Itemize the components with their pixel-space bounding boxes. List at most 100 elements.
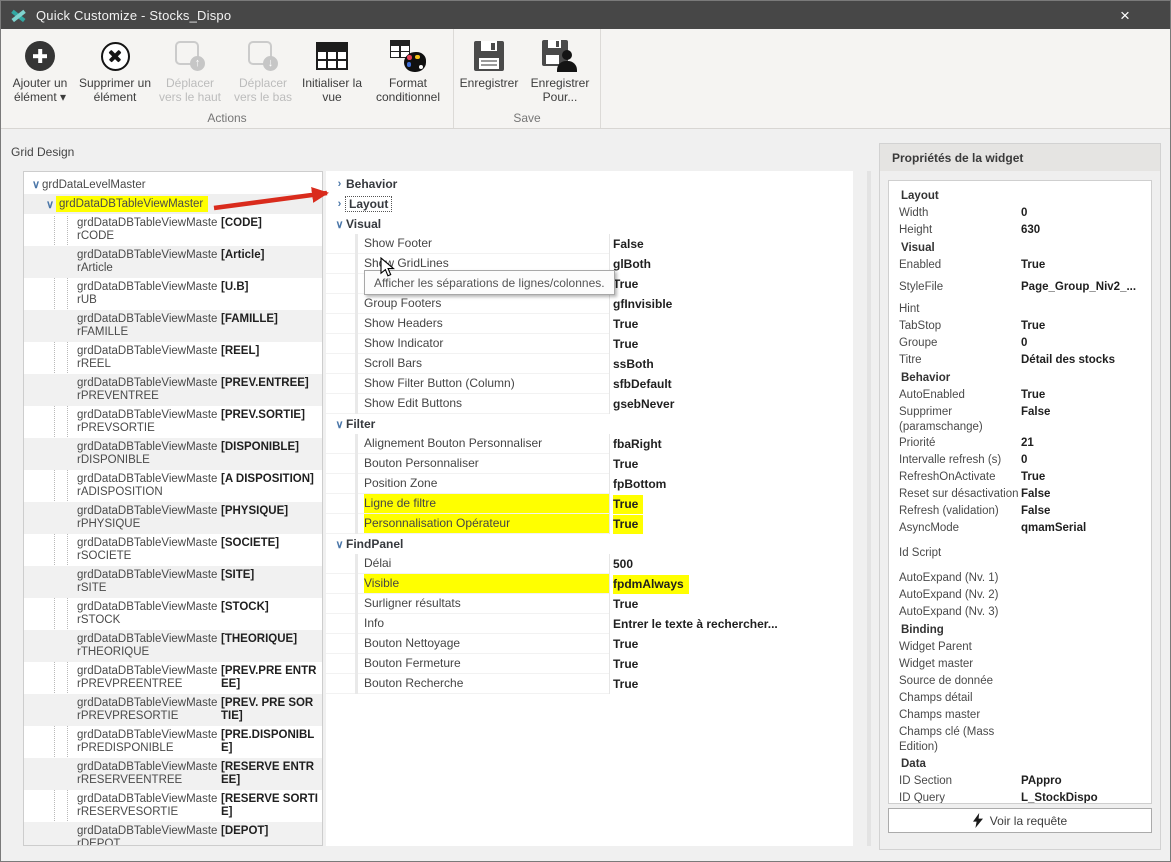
property-value[interactable]: fpdmAlways — [609, 574, 853, 594]
tree-column-item[interactable]: grdDataDBTableViewMasterPREVENTREE[PREV.… — [24, 374, 322, 406]
chevron-down-icon[interactable]: ∨ — [333, 418, 346, 431]
property-row[interactable]: Position ZonefpBottom — [326, 474, 853, 494]
initialiser-la-vue-button[interactable]: Initialiser la vue — [299, 34, 365, 111]
widget-property-row[interactable]: EnabledTrue — [889, 257, 1151, 274]
chevron-right-icon[interactable]: › — [333, 178, 346, 190]
enregistrer-button[interactable]: Enregistrer — [456, 34, 522, 111]
property-value[interactable]: True — [609, 514, 853, 534]
tree-column-item[interactable]: grdDataDBTableViewMasterTHEORIQUE[THEORI… — [24, 630, 322, 662]
tree-column-item[interactable]: grdDataDBTableViewMasterRESERVEENTREE[RE… — [24, 758, 322, 790]
property-value[interactable]: gfInvisible — [609, 294, 853, 314]
widget-property-row[interactable]: Intervalle refresh (s)0 — [889, 452, 1151, 469]
property-value[interactable]: True — [609, 314, 853, 334]
tree-column-item[interactable]: grdDataDBTableViewMasterPREDISPONIBLE[PR… — [24, 726, 322, 758]
format-conditionnel-button[interactable]: Format conditionnel — [365, 34, 451, 111]
chevron-down-icon[interactable]: ∨ — [333, 538, 346, 551]
property-value[interactable]: True — [609, 654, 853, 674]
widget-property-row[interactable]: Widget master — [889, 656, 1151, 673]
property-row[interactable]: Show Filter Button (Column)sfbDefault — [326, 374, 853, 394]
property-value[interactable]: gsebNever — [609, 394, 853, 414]
tree-column-item[interactable]: grdDataDBTableViewMasterSTOCK[STOCK] — [24, 598, 322, 630]
widget-property-row[interactable]: Widget Parent — [889, 639, 1151, 656]
property-row[interactable]: Show HeadersTrue — [326, 314, 853, 334]
widget-property-row[interactable]: Supprimer (paramschange)False — [889, 404, 1151, 435]
property-row[interactable]: Group FootersgfInvisible — [326, 294, 853, 314]
tree-column-item[interactable]: grdDataDBTableViewMasterPHYSIQUE[PHYSIQU… — [24, 502, 322, 534]
widget-property-row[interactable]: ID QueryL_StockDispo — [889, 790, 1151, 804]
property-value[interactable]: True — [609, 454, 853, 474]
widget-property-row[interactable]: Groupe0 — [889, 335, 1151, 352]
property-value[interactable]: True — [609, 594, 853, 614]
property-row[interactable]: Personnalisation OpérateurTrue — [326, 514, 853, 534]
property-row[interactable]: VisiblefpdmAlways — [326, 574, 853, 594]
tree-column-item[interactable]: grdDataDBTableViewMasterFAMILLE[FAMILLE] — [24, 310, 322, 342]
property-value[interactable]: True — [609, 674, 853, 694]
property-row[interactable]: Surligner résultatsTrue — [326, 594, 853, 614]
tree-column-item[interactable]: grdDataDBTableViewMasterRESERVESORTIE[RE… — [24, 790, 322, 822]
tree-column-item[interactable]: grdDataDBTableViewMasterADISPOSITION[A D… — [24, 470, 322, 502]
property-value[interactable]: 500 — [609, 554, 853, 574]
tree-column-item[interactable]: grdDataDBTableViewMasterCODE[CODE] — [24, 214, 322, 246]
property-row[interactable]: InfoEntrer le texte à rechercher... — [326, 614, 853, 634]
widget-property-row[interactable]: Refresh (validation)False — [889, 503, 1151, 520]
tree-column-item[interactable]: grdDataDBTableViewMasterDEPOT[DEPOT] — [24, 822, 322, 846]
widget-property-row[interactable]: RefreshOnActivateTrue — [889, 469, 1151, 486]
property-row[interactable]: Show FooterFalse — [326, 234, 853, 254]
category-filter[interactable]: ∨Filter — [326, 414, 853, 434]
widget-property-row[interactable]: Champs master — [889, 707, 1151, 724]
widget-property-row[interactable]: AutoExpand (Nv. 3) — [889, 604, 1151, 621]
category-behavior[interactable]: ›Behavior — [326, 174, 853, 194]
close-icon[interactable]: × — [1108, 1, 1142, 29]
widget-property-row[interactable]: Champs clé (Mass Edition) — [889, 724, 1151, 755]
property-value[interactable]: fbaRight — [609, 434, 853, 454]
property-value[interactable]: False — [609, 234, 853, 254]
property-value[interactable]: sfbDefault — [609, 374, 853, 394]
category-visual[interactable]: ∨Visual — [326, 214, 853, 234]
tree-column-item[interactable]: grdDataDBTableViewMasterPREVPREENTREE[PR… — [24, 662, 322, 694]
property-value[interactable]: True — [609, 274, 853, 294]
property-row[interactable]: Bouton PersonnaliserTrue — [326, 454, 853, 474]
tree-node-selected[interactable]: ∨grdDataDBTableViewMaster — [24, 194, 322, 214]
property-row[interactable]: Bouton FermetureTrue — [326, 654, 853, 674]
widget-property-row[interactable]: Source de donnée — [889, 673, 1151, 690]
property-row[interactable]: Scroll BarsssBoth — [326, 354, 853, 374]
property-row[interactable]: Bouton NettoyageTrue — [326, 634, 853, 654]
widget-property-row[interactable]: AsyncModeqmamSerial — [889, 520, 1151, 537]
chevron-right-icon[interactable]: › — [333, 198, 346, 210]
widget-property-row[interactable]: Width0 — [889, 205, 1151, 222]
widget-property-row[interactable]: Priorité21 — [889, 435, 1151, 452]
view-query-button[interactable]: Voir la requête — [888, 808, 1152, 833]
property-row[interactable]: Délai500 — [326, 554, 853, 574]
widget-property-row[interactable]: Height630 — [889, 222, 1151, 239]
widget-property-row[interactable]: AutoExpand (Nv. 2) — [889, 587, 1151, 604]
property-row[interactable]: Show Edit ButtonsgsebNever — [326, 394, 853, 414]
chevron-down-icon[interactable]: ∨ — [333, 218, 346, 231]
property-value[interactable]: fpBottom — [609, 474, 853, 494]
property-value[interactable]: Entrer le texte à rechercher... — [609, 614, 853, 634]
category-layout[interactable]: ›Layout — [326, 194, 853, 214]
tree-column-item[interactable]: grdDataDBTableViewMasterPREVSORTIE[PREV.… — [24, 406, 322, 438]
ajouter-un-l-ment-button[interactable]: Ajouter un élément ▾ — [3, 34, 77, 111]
widget-property-row[interactable]: StyleFilePage_Group_Niv2_... — [889, 279, 1151, 296]
property-value[interactable]: True — [609, 334, 853, 354]
property-value[interactable]: ssBoth — [609, 354, 853, 374]
tree-node-root[interactable]: ∨grdDataLevelMaster — [24, 175, 322, 194]
widget-property-row[interactable]: TitreDétail des stocks — [889, 352, 1151, 369]
tree-column-item[interactable]: grdDataDBTableViewMasterPREVPRESORTIE[PR… — [24, 694, 322, 726]
tree-column-item[interactable]: grdDataDBTableViewMasterDISPONIBLE[DISPO… — [24, 438, 322, 470]
tree-column-item[interactable]: grdDataDBTableViewMasterSOCIETE[SOCIETE] — [24, 534, 322, 566]
widget-property-row[interactable]: ID SectionPAppro — [889, 773, 1151, 790]
property-value[interactable]: glBoth — [609, 254, 853, 274]
tree-column-item[interactable]: grdDataDBTableViewMasterUB[U.B] — [24, 278, 322, 310]
property-row[interactable]: Bouton RechercheTrue — [326, 674, 853, 694]
supprimer-un-l-ment-button[interactable]: Supprimer un élément — [77, 34, 153, 111]
widget-property-row[interactable]: AutoEnabledTrue — [889, 387, 1151, 404]
widget-property-row[interactable]: Id Script — [889, 545, 1151, 562]
widget-property-row[interactable]: TabStopTrue — [889, 318, 1151, 335]
widget-property-row[interactable]: Hint — [889, 301, 1151, 318]
widget-property-row[interactable]: AutoExpand (Nv. 1) — [889, 570, 1151, 587]
property-row[interactable]: Alignement Bouton PersonnaliserfbaRight — [326, 434, 853, 454]
property-value[interactable]: True — [609, 494, 853, 514]
widget-property-row[interactable]: Champs détail — [889, 690, 1151, 707]
property-value[interactable]: True — [609, 634, 853, 654]
